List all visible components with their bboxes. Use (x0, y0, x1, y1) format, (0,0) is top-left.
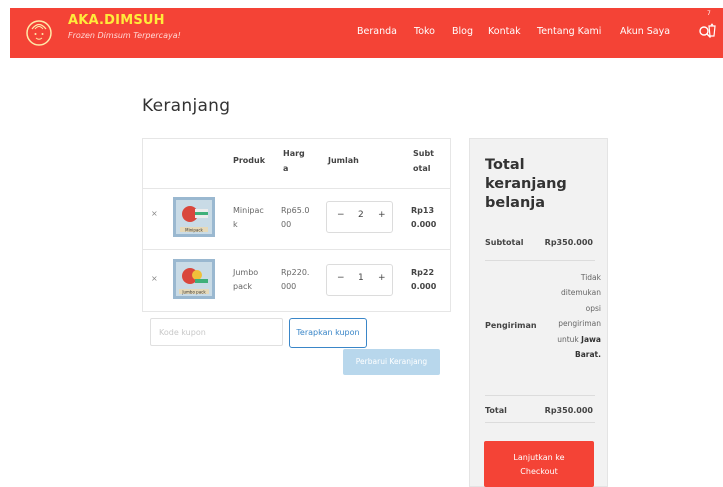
thumb-label: Minipack (185, 228, 203, 233)
main-nav: Beranda Toko Blog Kontak Tentang Kami Ak… (10, 26, 723, 40)
cart-icon[interactable] (708, 18, 716, 40)
total-value: Rp350.000 (544, 406, 593, 415)
checkout-button[interactable]: Lanjutkan ke Checkout (484, 441, 594, 487)
totals-divider (485, 422, 595, 423)
product-thumbnail[interactable]: Minipack (173, 197, 215, 237)
totals-title: Total keranjang belanja (485, 157, 567, 211)
product-name[interactable]: Jumbo pack (233, 266, 265, 294)
product-subtotal: Rp130.000 (411, 206, 437, 229)
header-product: Produk (233, 156, 266, 165)
remove-item-button[interactable]: × (151, 209, 158, 218)
qty-value[interactable]: 1 (358, 273, 364, 283)
header-qty: Jumlah (328, 156, 359, 165)
product-thumbnail[interactable]: Jumbo pack (173, 259, 215, 299)
remove-item-button[interactable]: × (151, 274, 158, 283)
shipping-label: Pengiriman (485, 321, 537, 330)
qty-increase-button[interactable]: + (378, 210, 386, 220)
table-divider (143, 249, 450, 250)
subtotal-value: Rp350.000 (544, 238, 593, 247)
product-subtotal: Rp220.000 (411, 268, 437, 291)
qty-decrease-button[interactable]: − (337, 273, 345, 283)
nav-toko[interactable]: Toko (414, 26, 435, 37)
qty-increase-button[interactable]: + (378, 273, 386, 283)
cart-totals-panel: Total keranjang belanja Subtotal Rp350.0… (469, 138, 608, 487)
checkout-button-label: Lanjutkan ke Checkout (513, 453, 565, 476)
shipping-note-text: Tidak ditemukan opsi pengiriman untuk (557, 273, 601, 344)
coupon-input[interactable]: Kode kupon (150, 318, 283, 346)
update-cart-button[interactable]: Perbarui Keranjang (343, 349, 440, 375)
shipping-region: Jawa Barat. (575, 334, 601, 360)
product-price: Rp65.000 (281, 206, 310, 229)
apply-coupon-button[interactable]: Terapkan kupon (289, 318, 367, 348)
shipping-note: Tidak ditemukan opsi pengiriman untuk Ja… (555, 270, 601, 362)
quantity-stepper[interactable]: − 2 + (326, 201, 393, 233)
totals-divider (485, 395, 595, 396)
table-divider (143, 188, 450, 189)
nav-tentang-kami[interactable]: Tentang Kami (537, 26, 601, 37)
cart-table: Produk Harga Jumlah Subtotal × Minipack … (142, 138, 451, 312)
page-title: Keranjang (142, 96, 231, 116)
product-name[interactable]: Minipack (233, 204, 265, 232)
nav-beranda[interactable]: Beranda (357, 26, 397, 37)
nav-kontak[interactable]: Kontak (488, 26, 521, 37)
subtotal-label: Subtotal (485, 238, 524, 247)
totals-divider (485, 260, 595, 261)
site-header: AKA.DIMSUH Frozen Dimsum Terpercaya! Ber… (10, 8, 723, 58)
quantity-stepper[interactable]: − 1 + (326, 264, 393, 296)
product-price: Rp220.000 (281, 268, 310, 291)
total-label: Total (485, 406, 507, 415)
thumb-label: Jumbo pack (181, 290, 206, 295)
qty-value[interactable]: 2 (358, 210, 364, 220)
header-price: Harga (283, 149, 305, 173)
qty-decrease-button[interactable]: − (337, 210, 345, 220)
table-divider (143, 311, 450, 312)
nav-blog[interactable]: Blog (452, 26, 473, 37)
header-subtotal: Subtotal (413, 149, 435, 173)
nav-akun-saya[interactable]: Akun Saya (620, 26, 670, 37)
cart-count-badge: 7 (707, 10, 711, 17)
